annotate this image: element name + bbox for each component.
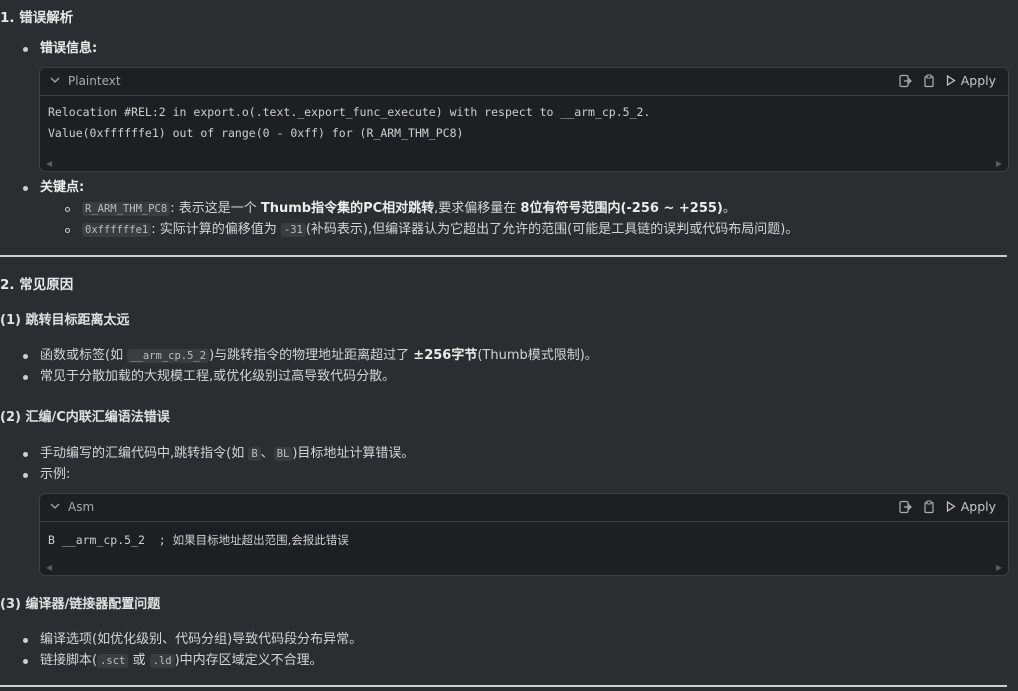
inline-code: 0xffffffe1 [82, 223, 152, 237]
colon: : [92, 41, 98, 56]
code-content: B __arm_cp.5_2 ; 如果目标地址超出范围,会报此错误 [40, 522, 1008, 551]
scroll-left-arrow[interactable]: ◀ [46, 159, 52, 168]
reason-1-item-2: 常见于分散加载的大规模工程,或优化级别过高导致代码分散。 [40, 369, 396, 384]
inline-code: BL [273, 447, 293, 461]
text: 函数或标签(如 [40, 348, 128, 363]
code-line: Relocation #REL:2 in export.o(.text._exp… [48, 105, 651, 119]
text: 链接脚本( [40, 653, 98, 668]
bullet [23, 452, 28, 457]
code-comment: 如果目标地址超出范围,会报此错误 [172, 533, 349, 547]
section-2-title: 2. 常见原因 [0, 277, 74, 293]
apply-label: Apply [960, 499, 996, 514]
sub-bullet [65, 207, 70, 212]
sub-bullet [65, 228, 70, 233]
play-icon [946, 501, 956, 512]
code-lang-label: Asm [68, 500, 95, 514]
divider [0, 255, 1007, 257]
divider [0, 685, 1007, 687]
error-info-label: 错误信息 [40, 41, 93, 56]
bold-text: ±256字节 [413, 348, 478, 363]
subsection-1-title: (1) 跳转目标距离太远 [0, 313, 130, 328]
code-block-header: Plaintext Apply [40, 68, 1008, 96]
text: )目标地址计算错误。 [292, 446, 415, 461]
key-point-2: 0xffffffe1: 实际计算的偏移值为 -31 (补码表示),但编译器认为它超… [82, 220, 798, 240]
code-block-header: Asm Apply [40, 494, 1008, 522]
key-points-label: 关键点 [40, 180, 80, 195]
inline-code: B [248, 447, 261, 461]
chevron-down-icon[interactable] [50, 75, 60, 85]
apply-label: Apply [960, 73, 996, 88]
subsection-3-title: (3) 编译器/链接器配置问题 [0, 597, 161, 612]
inline-code: .sct [97, 654, 129, 668]
bold-text: Thumb指令集的PC相对跳转 [260, 201, 435, 216]
bullet [23, 659, 28, 664]
copy-icon[interactable] [922, 73, 936, 88]
inline-code: -31 [280, 223, 306, 237]
code-line: B __arm_cp.5_2 ; [48, 533, 173, 547]
text: : 实际计算的偏移值为 [151, 222, 281, 237]
error-info-item: 错误信息: [40, 39, 97, 59]
text: )与跳转指令的物理地址距离超过了 [209, 348, 414, 363]
bullet [23, 186, 28, 191]
code-block-plaintext: Plaintext Apply Relocation #REL:2 in exp… [39, 67, 1009, 172]
text: : 表示这是一个 [170, 201, 261, 216]
copy-icon[interactable] [922, 499, 936, 514]
insert-icon[interactable] [898, 74, 912, 88]
code-line: Value(0xffffffe1) out of range(0 - 0xff)… [48, 126, 464, 140]
section-1-title: 1. 错误解析 [0, 10, 74, 26]
text: (补码表示),但编译器认为它超出了允许的范围(可能是工具链的误判或代码布局问题)… [305, 222, 799, 237]
text: 或 [128, 653, 150, 668]
inline-code: .ld [149, 654, 175, 668]
code-content: Relocation #REL:2 in export.o(.text._exp… [40, 96, 1008, 144]
reason-1-item-1: 函数或标签(如 __arm_cp.5_2)与跳转指令的物理地址距离超过了 ±25… [40, 346, 598, 366]
insert-icon[interactable] [898, 500, 912, 514]
play-icon [946, 75, 956, 86]
inline-code: R_ARM_THM_PC8 [82, 202, 171, 216]
text: ,要求偏移量在 [434, 201, 521, 216]
inline-code: __arm_cp.5_2 [127, 349, 210, 363]
scroll-right-arrow[interactable]: ▶ [996, 159, 1002, 168]
text: 。 [722, 201, 736, 216]
reason-2-item-1: 手动编写的汇编代码中,跳转指令(如 B、 BL)目标地址计算错误。 [40, 444, 414, 464]
subsection-2-title: (2) 汇编/C内联汇编语法错误 [0, 410, 170, 425]
text: (Thumb模式限制)。 [477, 348, 598, 363]
colon: : [79, 180, 85, 195]
text: 手动编写的汇编代码中,跳转指令(如 [40, 446, 249, 461]
scroll-right-arrow[interactable]: ▶ [996, 563, 1002, 572]
bullet [23, 638, 28, 643]
reason-3-item-1: 编译选项(如优化级别、代码分组)导致代码段分布异常。 [40, 632, 363, 647]
bold-text: 8位有符号范围内(-256 ~ +255) [520, 201, 723, 216]
chevron-down-icon[interactable] [50, 501, 60, 511]
bullet [23, 354, 28, 359]
code-block-asm: Asm Apply B __arm_cp.5_2 ; 如果目标地址超出范围,会报… [39, 493, 1009, 576]
text: )中内存区域定义不合理。 [174, 653, 323, 668]
apply-button[interactable]: Apply [946, 499, 996, 514]
code-lang-label: Plaintext [68, 74, 121, 88]
scroll-left-arrow[interactable]: ◀ [46, 563, 52, 572]
key-point-1: R_ARM_THM_PC8: 表示这是一个 Thumb指令集的PC相对跳转,要求… [82, 199, 736, 219]
reason-2-item-2: 示例: [40, 467, 71, 482]
bullet [23, 473, 28, 478]
reason-3-item-2: 链接脚本(.sct 或 .ld)中内存区域定义不合理。 [40, 651, 323, 671]
text: 、 [260, 446, 274, 461]
bullet [23, 375, 28, 380]
key-points-item: 关键点: [40, 178, 84, 198]
apply-button[interactable]: Apply [946, 73, 996, 88]
bullet [23, 47, 28, 52]
